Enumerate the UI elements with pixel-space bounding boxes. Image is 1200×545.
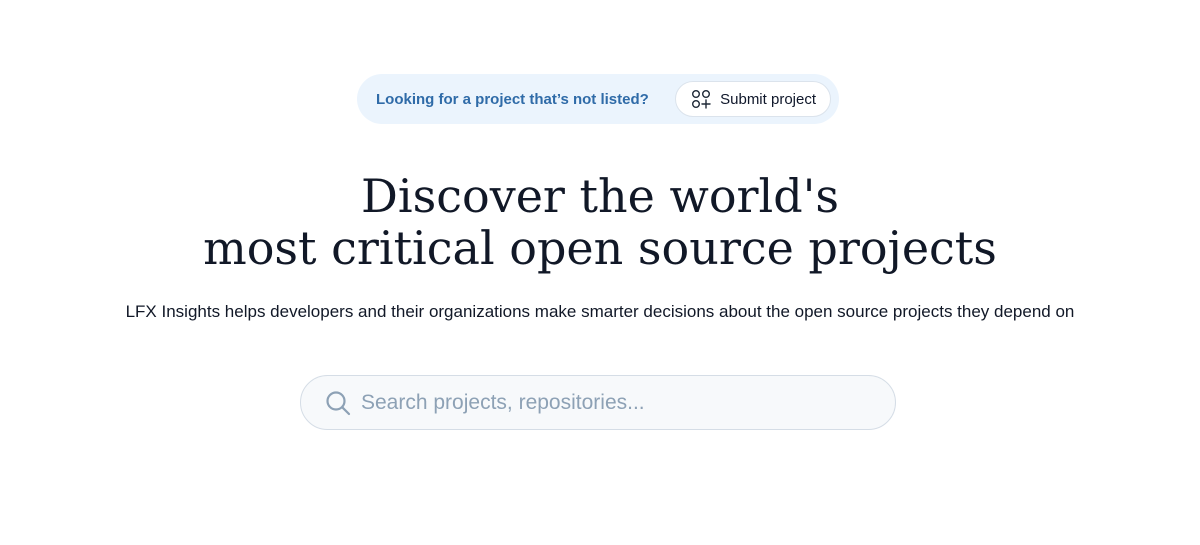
- submit-project-banner: Looking for a project that’s not listed?…: [357, 74, 839, 124]
- search-box[interactable]: [300, 375, 896, 430]
- search-input[interactable]: [361, 382, 895, 423]
- submit-project-label: Submit project: [720, 90, 816, 108]
- page-title-line-1: Discover the world's: [361, 169, 839, 223]
- submit-project-button[interactable]: Submit project: [675, 81, 831, 117]
- page-title: Discover the world's most critical open …: [0, 170, 1200, 274]
- shapes-plus-icon: [691, 89, 711, 109]
- search-icon: [325, 390, 351, 416]
- page-subtitle: LFX Insights helps developers and their …: [125, 302, 1075, 321]
- page-title-line-2: most critical open source projects: [203, 221, 997, 275]
- page: Looking for a project that’s not listed?…: [0, 0, 1200, 545]
- banner-text: Looking for a project that’s not listed?: [376, 90, 649, 108]
